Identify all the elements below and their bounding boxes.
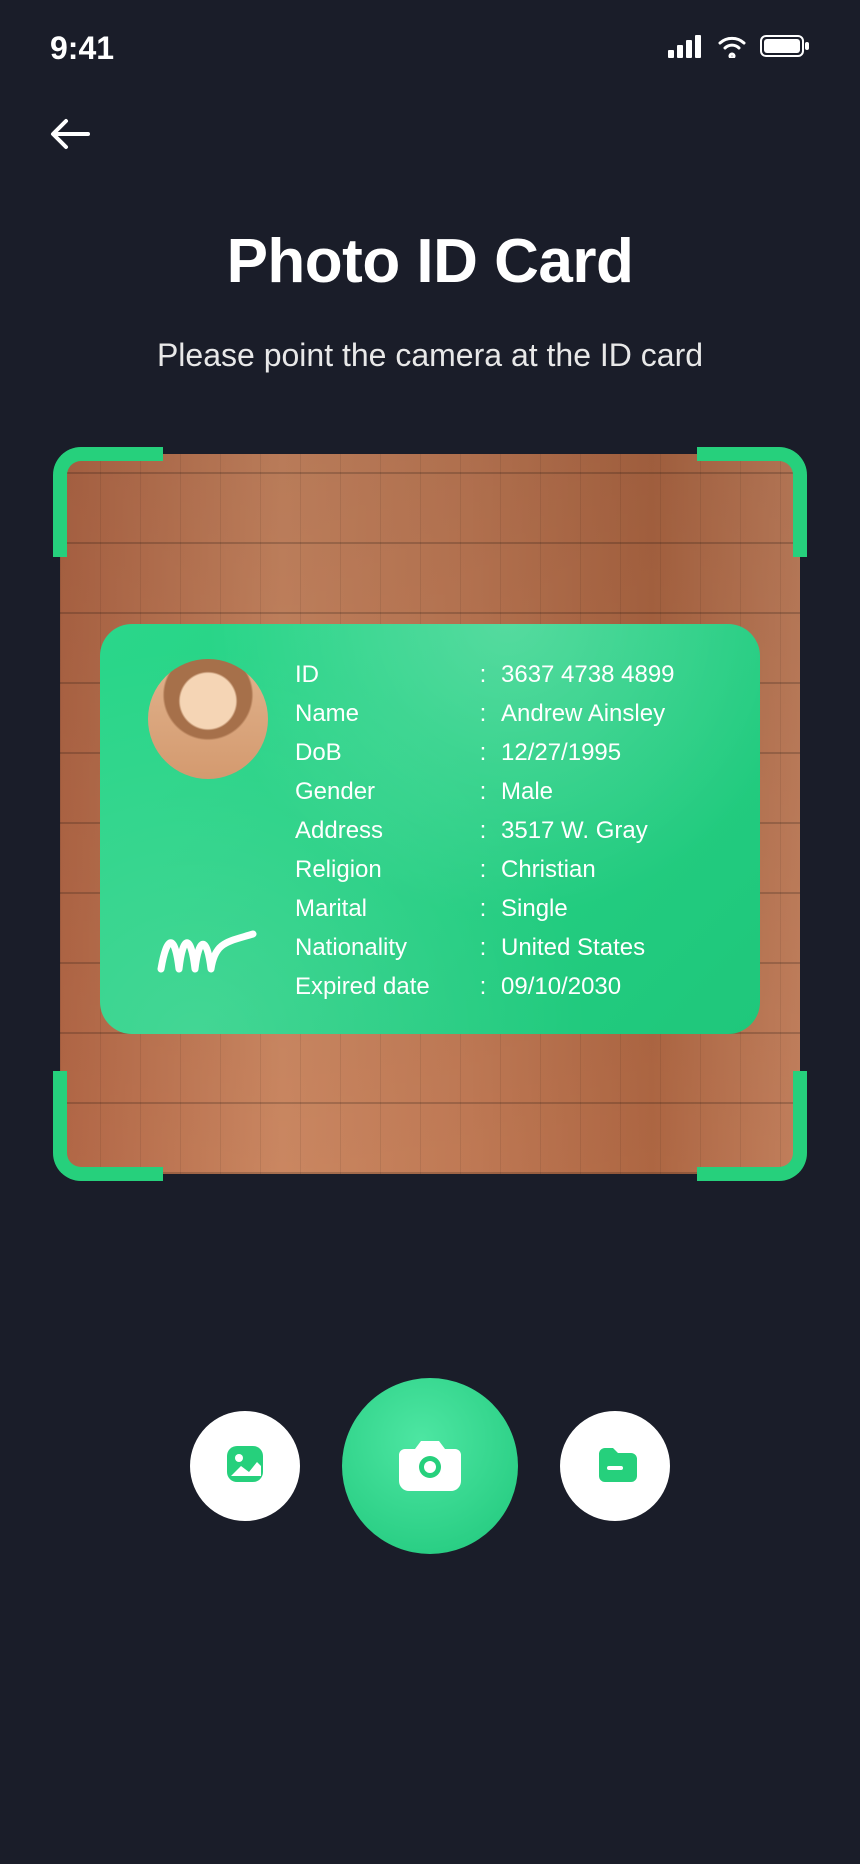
marital-value: Single (501, 895, 730, 923)
camera-scan-area: ID:3637 4738 4899 Name:Andrew Ainsley Do… (60, 454, 800, 1174)
status-icons (668, 34, 810, 63)
scan-corner-br (697, 1071, 807, 1181)
expired-label: Expired date (295, 973, 465, 1001)
scan-corner-tl (53, 447, 163, 557)
gallery-icon (221, 1440, 269, 1493)
page-title: Photo ID Card (0, 226, 860, 297)
back-button[interactable] (50, 117, 90, 156)
address-value: 3517 W. Gray (501, 817, 730, 845)
id-value: 3637 4738 4899 (501, 661, 730, 689)
nationality-label: Nationality (295, 934, 465, 962)
address-label: Address (295, 817, 465, 845)
status-bar: 9:41 (0, 0, 860, 87)
gallery-button[interactable] (190, 1411, 300, 1521)
avatar (148, 659, 268, 779)
gender-value: Male (501, 778, 730, 806)
dob-label: DoB (295, 739, 465, 767)
wifi-icon (716, 34, 748, 63)
dob-value: 12/27/1995 (501, 739, 730, 767)
name-label: Name (295, 700, 465, 728)
nationality-value: United States (501, 934, 730, 962)
gender-label: Gender (295, 778, 465, 806)
scan-corner-tr (697, 447, 807, 557)
religion-value: Christian (501, 856, 730, 884)
expired-value: 09/10/2030 (501, 973, 730, 1001)
name-value: Andrew Ainsley (501, 700, 730, 728)
camera-actions (0, 1378, 860, 1554)
id-card: ID:3637 4738 4899 Name:Andrew Ainsley Do… (100, 624, 760, 1034)
folder-button[interactable] (560, 1411, 670, 1521)
battery-icon (760, 34, 810, 63)
folder-icon (591, 1440, 639, 1493)
camera-icon (391, 1425, 469, 1508)
signature (153, 914, 263, 989)
cellular-icon (668, 34, 704, 63)
id-card-fields: ID:3637 4738 4899 Name:Andrew Ainsley Do… (285, 659, 730, 999)
status-time: 9:41 (50, 30, 114, 67)
religion-label: Religion (295, 856, 465, 884)
arrow-left-icon (50, 117, 90, 156)
page-subtitle: Please point the camera at the ID card (0, 337, 860, 374)
capture-button[interactable] (342, 1378, 518, 1554)
id-label: ID (295, 661, 465, 689)
scan-corner-bl (53, 1071, 163, 1181)
marital-label: Marital (295, 895, 465, 923)
